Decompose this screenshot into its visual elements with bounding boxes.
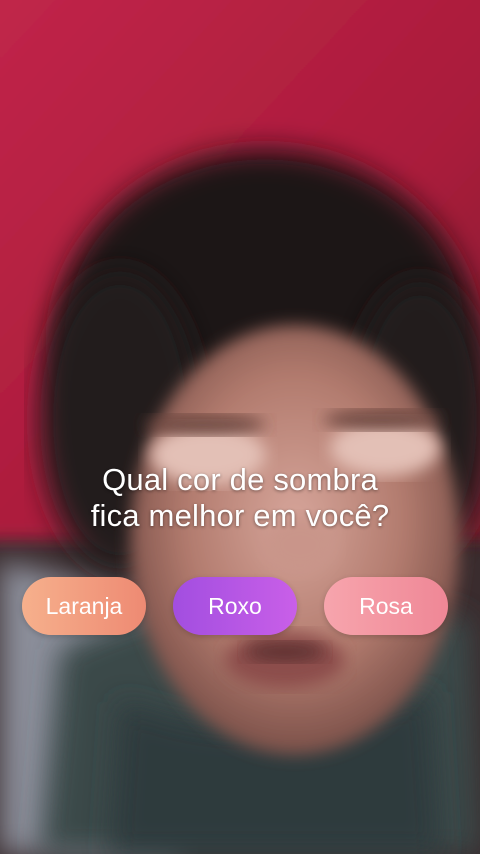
answer-options: Laranja Roxo Rosa <box>0 577 480 635</box>
selfie-scene <box>0 0 480 854</box>
camera-preview-background <box>0 0 480 854</box>
option-laranja-button[interactable]: Laranja <box>22 577 146 635</box>
option-roxo-button[interactable]: Roxo <box>173 577 297 635</box>
question-line-2: fica melhor em você? <box>90 498 390 533</box>
question-line-1: Qual cor de sombra <box>102 462 378 497</box>
option-rosa-button[interactable]: Rosa <box>324 577 448 635</box>
quiz-question: Qual cor de sombra fica melhor em você? <box>0 462 480 534</box>
